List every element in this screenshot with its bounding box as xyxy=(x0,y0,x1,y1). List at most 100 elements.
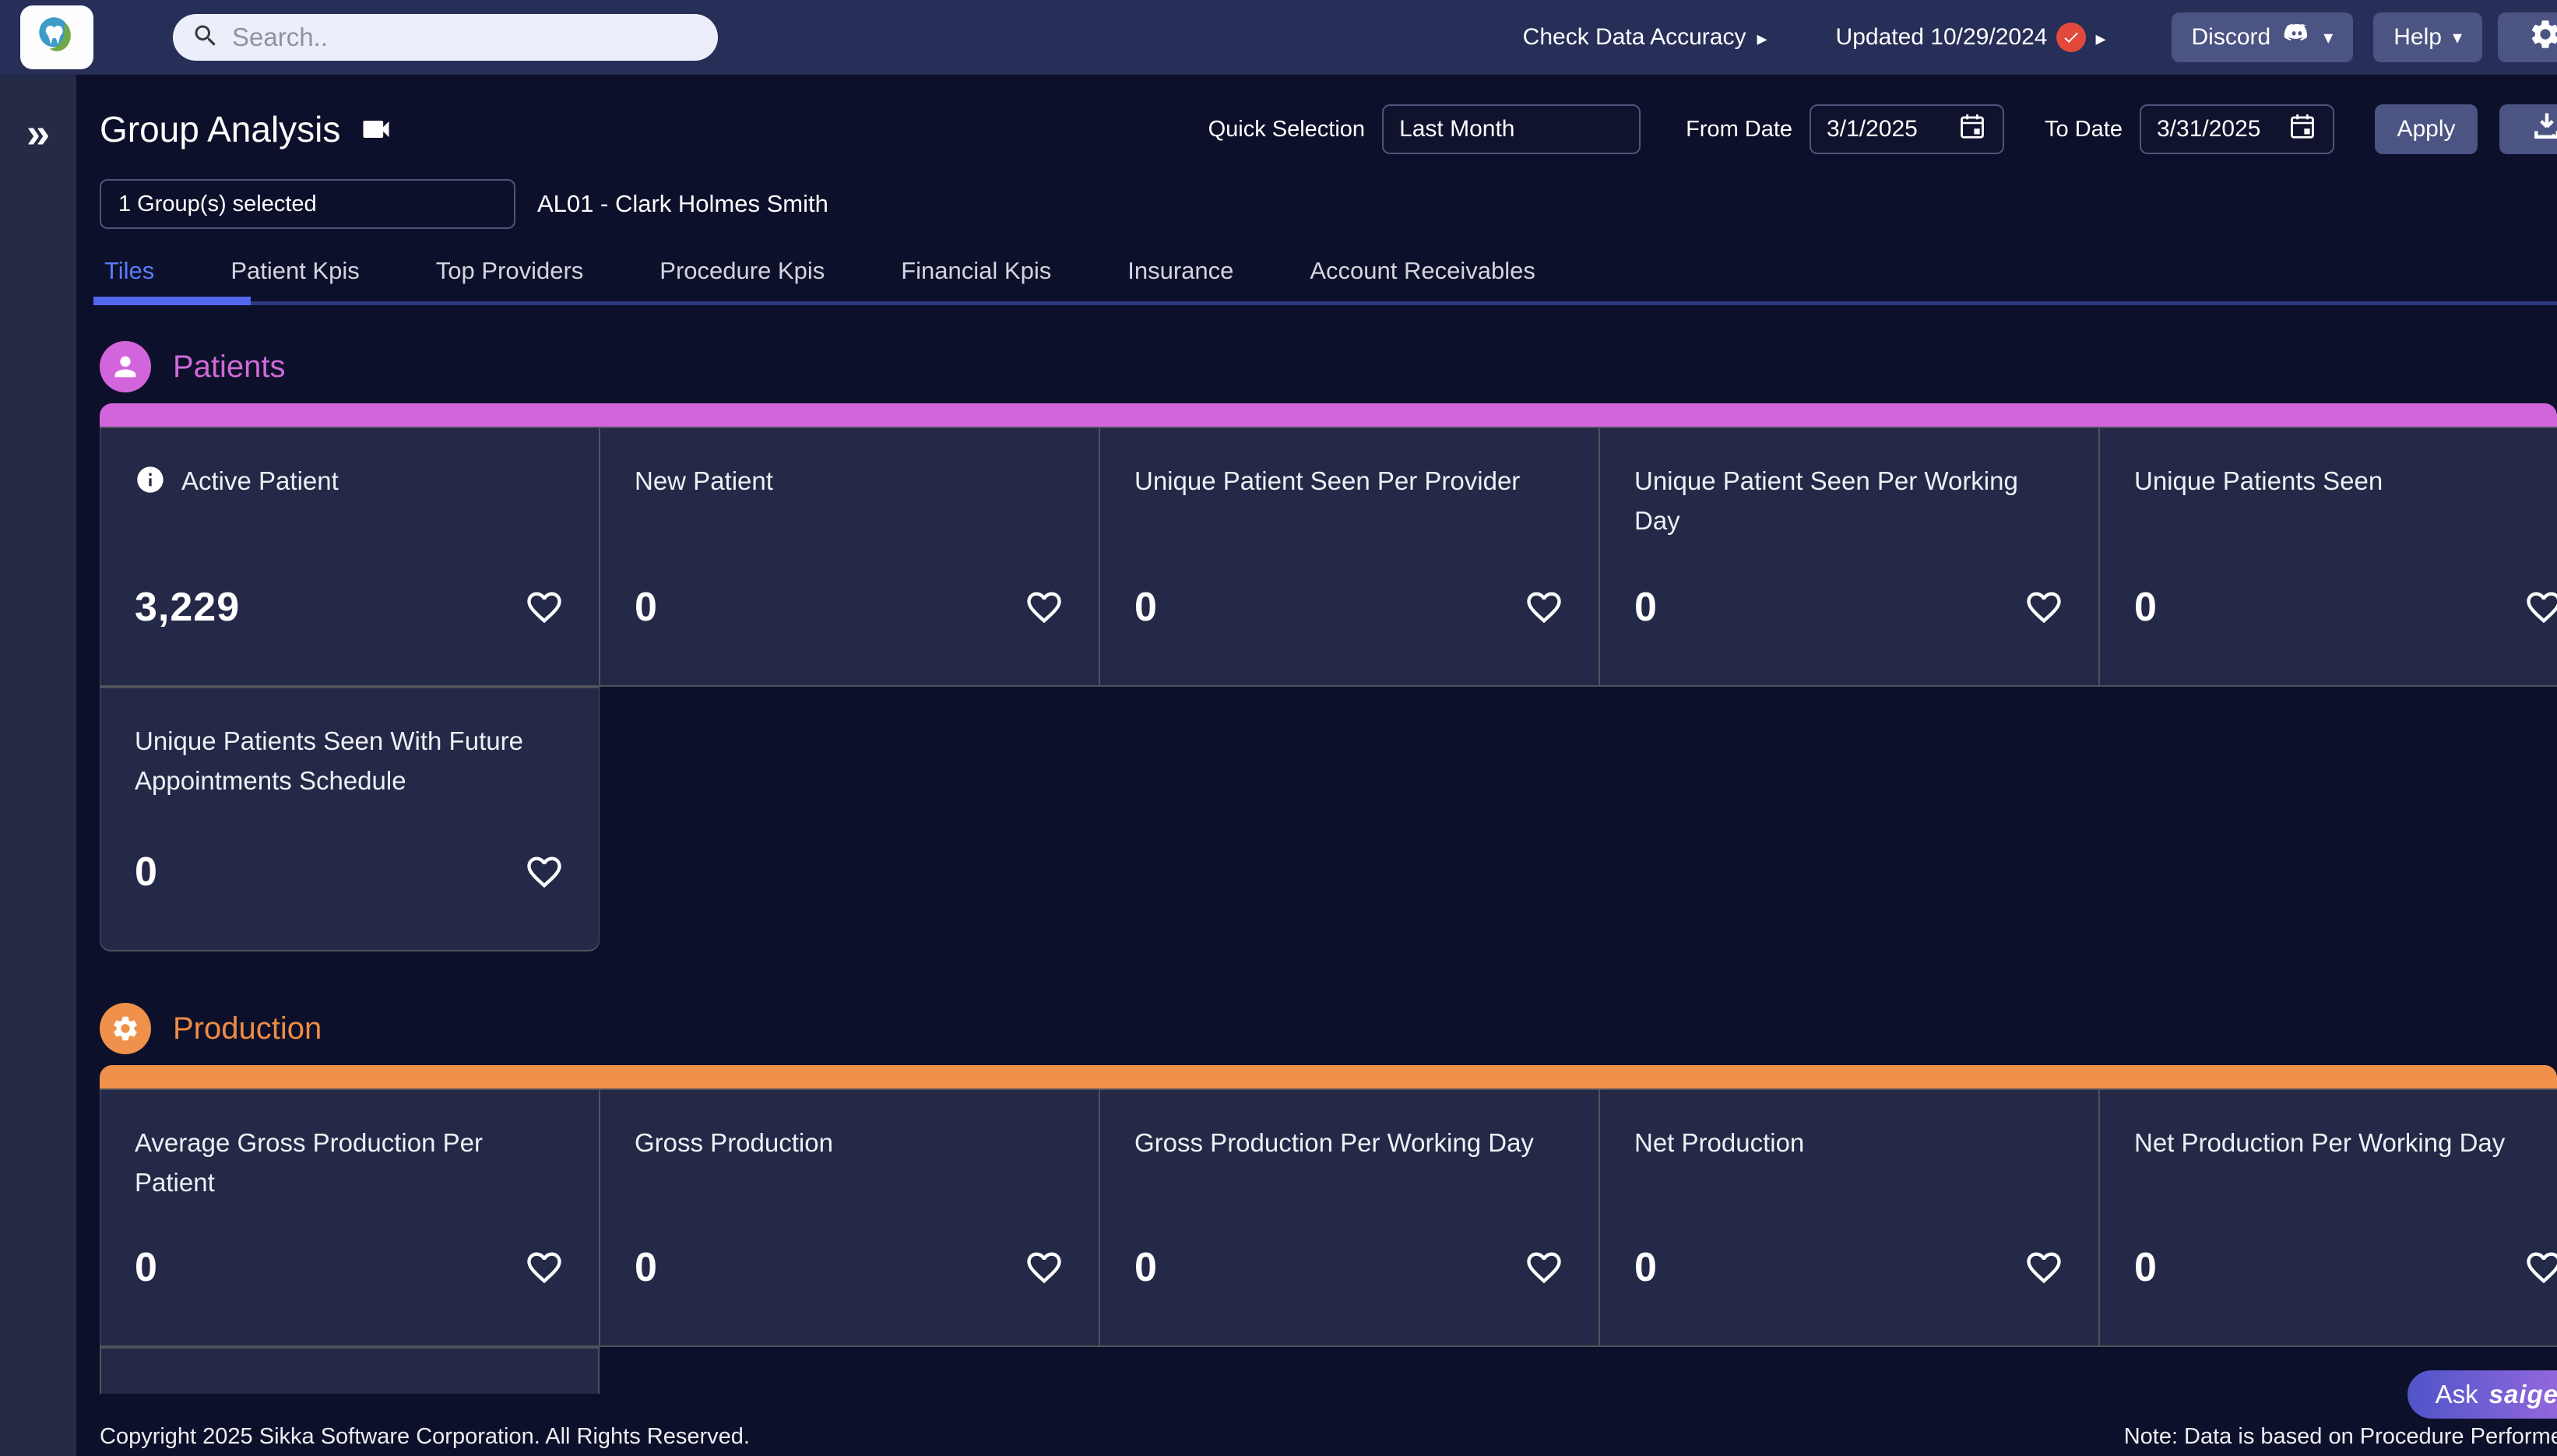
favorite-heart-icon[interactable] xyxy=(2024,587,2064,628)
group-select-value: 1 Group(s) selected xyxy=(118,192,317,217)
selected-group-name: AL01 - Clark Holmes Smith xyxy=(537,190,828,218)
tab-account-receivables[interactable]: Account Receivables xyxy=(1305,257,1540,305)
favorite-heart-icon[interactable] xyxy=(524,587,565,628)
ask-label: Ask xyxy=(2436,1380,2478,1409)
tile-title: Gross Production Per Working Day xyxy=(1134,1123,1564,1162)
search-bar xyxy=(173,14,718,61)
favorite-heart-icon[interactable] xyxy=(2524,1247,2557,1288)
gear-icon xyxy=(2528,17,2557,58)
tile-title: Gross Production xyxy=(635,1123,1064,1162)
patients-tiles-row-1: Active Patient 3,229 New Patient 0 xyxy=(100,427,2557,687)
check-data-accuracy-link[interactable]: Check Data Accuracy ▸ xyxy=(1523,24,1767,51)
discord-button[interactable]: Discord ▾ xyxy=(2172,12,2354,62)
tile-value: 0 xyxy=(135,1244,158,1291)
quick-selection-value: Last Month xyxy=(1399,116,1514,142)
tile-title: Unique Patient Seen Per Working Day xyxy=(1634,461,2064,540)
ask-saige-button[interactable]: Ask saige xyxy=(2408,1370,2557,1419)
production-tiles-row-1: Average Gross Production Per Patient 0 G… xyxy=(100,1088,2557,1347)
verified-check-icon xyxy=(2056,23,2086,52)
favorite-heart-icon[interactable] xyxy=(524,852,565,892)
calendar-icon xyxy=(1957,111,1987,147)
favorite-heart-icon[interactable] xyxy=(2024,1247,2064,1288)
search-icon xyxy=(192,22,220,54)
favorite-heart-icon[interactable] xyxy=(1024,587,1064,628)
chevron-right-icon: ▸ xyxy=(2095,26,2105,51)
favorite-heart-icon[interactable] xyxy=(524,1247,565,1288)
kpi-tile-active-patient: Active Patient 3,229 xyxy=(100,427,600,687)
copyright-text: Copyright 2025 Sikka Software Corporatio… xyxy=(100,1424,750,1450)
production-section-title: Production xyxy=(173,1011,322,1046)
production-accent-bar xyxy=(100,1065,2557,1088)
tile-value: 0 xyxy=(1134,1244,1158,1291)
from-date-input[interactable]: 3/1/2025 xyxy=(1810,104,2004,154)
tile-title: Unique Patients Seen With Future Appoint… xyxy=(135,721,565,800)
download-button[interactable] xyxy=(2499,104,2557,154)
tab-bar: Tiles Patient Kpis Top Providers Procedu… xyxy=(100,248,2557,305)
kpi-tile-unique-patient-per-working-day: Unique Patient Seen Per Working Day 0 xyxy=(1599,427,2099,687)
favorite-heart-icon[interactable] xyxy=(1524,1247,1564,1288)
tab-procedure-kpis[interactable]: Procedure Kpis xyxy=(655,257,829,305)
from-date-label: From Date xyxy=(1686,117,1792,142)
discord-label: Discord xyxy=(2192,24,2271,51)
patients-tiles-row-2: Unique Patients Seen With Future Appoint… xyxy=(100,687,600,951)
sikka-tooth-logo-icon xyxy=(33,12,81,64)
check-data-accuracy-label: Check Data Accuracy xyxy=(1523,24,1746,51)
tile-title: Net Production xyxy=(1634,1123,2064,1162)
tile-value: 3,229 xyxy=(135,584,240,631)
info-icon[interactable] xyxy=(135,464,166,495)
tile-title: Net Production Per Working Day xyxy=(2134,1123,2557,1162)
tile-value: 0 xyxy=(1634,1244,1658,1291)
favorite-heart-icon[interactable] xyxy=(1524,587,1564,628)
to-date-value: 3/31/2025 xyxy=(2157,116,2260,142)
favorite-heart-icon[interactable] xyxy=(1024,1247,1064,1288)
footer-note: Note: Data is based on Procedure Perform… xyxy=(2124,1424,2557,1450)
tile-title: Active Patient xyxy=(135,461,565,501)
patients-section-header: Patients xyxy=(100,341,2557,392)
kpi-tile-gross-production: Gross Production 0 xyxy=(600,1088,1099,1347)
tab-top-providers[interactable]: Top Providers xyxy=(431,257,589,305)
to-date-label: To Date xyxy=(2045,117,2123,142)
collapsed-sidebar: » xyxy=(0,75,76,1456)
patients-tiles: Active Patient 3,229 New Patient 0 xyxy=(100,403,2557,951)
tab-insurance[interactable]: Insurance xyxy=(1123,257,1238,305)
apply-label: Apply xyxy=(2397,116,2455,142)
favorite-heart-icon[interactable] xyxy=(2524,587,2557,628)
tab-tiles[interactable]: Tiles xyxy=(100,257,159,305)
tab-financial-kpis[interactable]: Financial Kpis xyxy=(896,257,1056,305)
settings-button[interactable] xyxy=(2498,12,2557,62)
production-tiles: Average Gross Production Per Patient 0 G… xyxy=(100,1065,2557,1394)
apply-button[interactable]: Apply xyxy=(2375,104,2478,154)
kpi-tile-unique-patients-seen: Unique Patients Seen 0 xyxy=(2099,427,2557,687)
kpi-tile-net-production: Net Production 0 xyxy=(1599,1088,2099,1347)
gear-icon xyxy=(100,1003,151,1054)
tile-title: Average Gross Production Per Patient xyxy=(135,1123,565,1202)
kpi-tile-unique-patients-future-appointments: Unique Patients Seen With Future Appoint… xyxy=(100,687,600,951)
from-date-value: 3/1/2025 xyxy=(1827,116,1918,142)
tile-value: 0 xyxy=(2134,1244,2158,1291)
topbar: Check Data Accuracy ▸ Updated 10/29/2024… xyxy=(0,0,2557,75)
search-input[interactable] xyxy=(232,23,710,52)
quick-selection-select[interactable]: Last Month xyxy=(1382,104,1641,154)
help-button[interactable]: Help ▾ xyxy=(2373,12,2482,62)
to-date-input[interactable]: 3/31/2025 xyxy=(2140,104,2334,154)
date-toolbar: Quick Selection Last Month From Date 3/1… xyxy=(1208,104,2557,154)
main-content: Group Analysis Quick Selection Last Mont… xyxy=(76,75,2557,1456)
kpi-tile-unique-patient-per-provider: Unique Patient Seen Per Provider 0 xyxy=(1099,427,1599,687)
chevron-right-icon: ▸ xyxy=(1757,26,1767,51)
help-label: Help xyxy=(2393,24,2442,51)
updated-date-label: Updated 10/29/2024 xyxy=(1836,24,2048,51)
video-tutorial-icon[interactable] xyxy=(359,112,393,146)
app-logo[interactable] xyxy=(20,5,93,69)
kpi-tile-net-production-per-working-day: Net Production Per Working Day 0 xyxy=(2099,1088,2557,1347)
tile-value: 0 xyxy=(2134,584,2158,631)
page-title-label: Group Analysis xyxy=(100,108,340,150)
data-updated-status[interactable]: Updated 10/29/2024 ▸ xyxy=(1836,23,2106,52)
page-header: Group Analysis Quick Selection Last Mont… xyxy=(100,101,2557,157)
chevron-down-icon: ▾ xyxy=(2323,26,2333,49)
calendar-icon xyxy=(2288,111,2317,147)
group-selection-row: 1 Group(s) selected AL01 - Clark Holmes … xyxy=(100,179,2557,229)
topbar-right: Check Data Accuracy ▸ Updated 10/29/2024… xyxy=(1523,12,2557,62)
expand-sidebar-icon[interactable]: » xyxy=(11,112,65,154)
chevron-down-icon: ▾ xyxy=(2453,26,2462,49)
group-select-dropdown[interactable]: 1 Group(s) selected xyxy=(100,179,515,229)
